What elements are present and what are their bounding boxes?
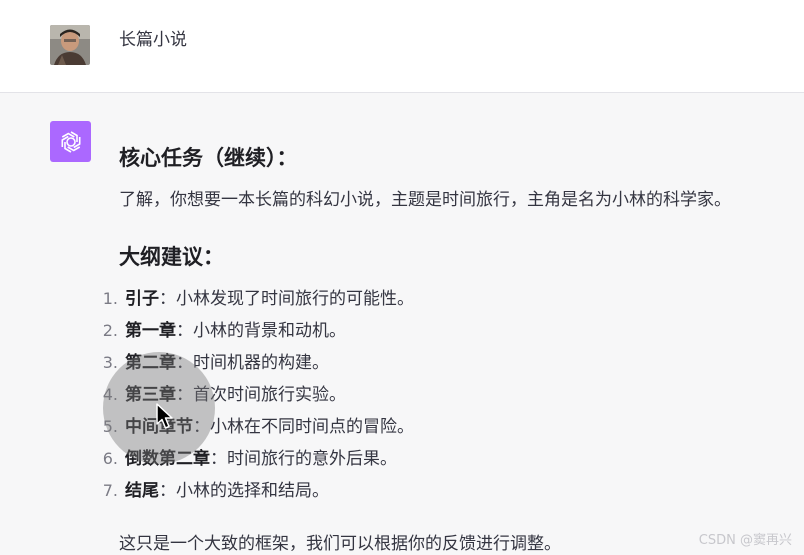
item-description: 小林发现了时间旅行的可能性。 [176, 289, 414, 309]
closing-paragraph: 这只是一个大致的框架，我们可以根据你的反馈进行调整。 [119, 534, 561, 554]
item-separator: ： [210, 449, 227, 469]
item-description: 小林的背景和动机。 [193, 321, 346, 341]
user-message-text: 长篇小说 [119, 30, 187, 50]
heading-core-task: 核心任务（继续）： [119, 146, 298, 170]
item-separator: ： [159, 289, 176, 309]
mouse-cursor-icon [156, 403, 176, 431]
item-term: 引子 [125, 289, 159, 309]
list-number: 2. [102, 321, 118, 340]
list-item: 2. 第一章：小林的背景和动机。 [100, 319, 660, 351]
list-item: 1. 引子：小林发现了时间旅行的可能性。 [100, 287, 660, 319]
watermark: CSDN @窦再兴 [698, 533, 792, 548]
heading-outline: 大纲建议： [119, 245, 224, 269]
item-description: 时间机器的构建。 [193, 353, 329, 373]
item-description: 小林在不同时间点的冒险。 [210, 417, 414, 437]
intro-paragraph: 了解，你想要一本长篇的科幻小说，主题是时间旅行，主角是名为小林的科学家。 [119, 190, 731, 210]
item-separator: ： [159, 481, 176, 501]
list-number: 1. [102, 289, 118, 308]
user-avatar [50, 25, 90, 65]
item-separator: ： [176, 321, 193, 341]
item-term: 第一章 [125, 321, 176, 341]
item-description: 小林的选择和结局。 [176, 481, 329, 501]
user-message-row: 长篇小说 [0, 0, 804, 93]
chatgpt-logo-icon [50, 121, 91, 162]
list-item: 7. 结尾：小林的选择和结局。 [100, 479, 660, 511]
item-term: 结尾 [125, 481, 159, 501]
item-description: 首次时间旅行实验。 [193, 385, 346, 405]
list-number: 7. [102, 481, 118, 500]
list-number: 6. [102, 449, 118, 468]
item-description: 时间旅行的意外后果。 [227, 449, 397, 469]
